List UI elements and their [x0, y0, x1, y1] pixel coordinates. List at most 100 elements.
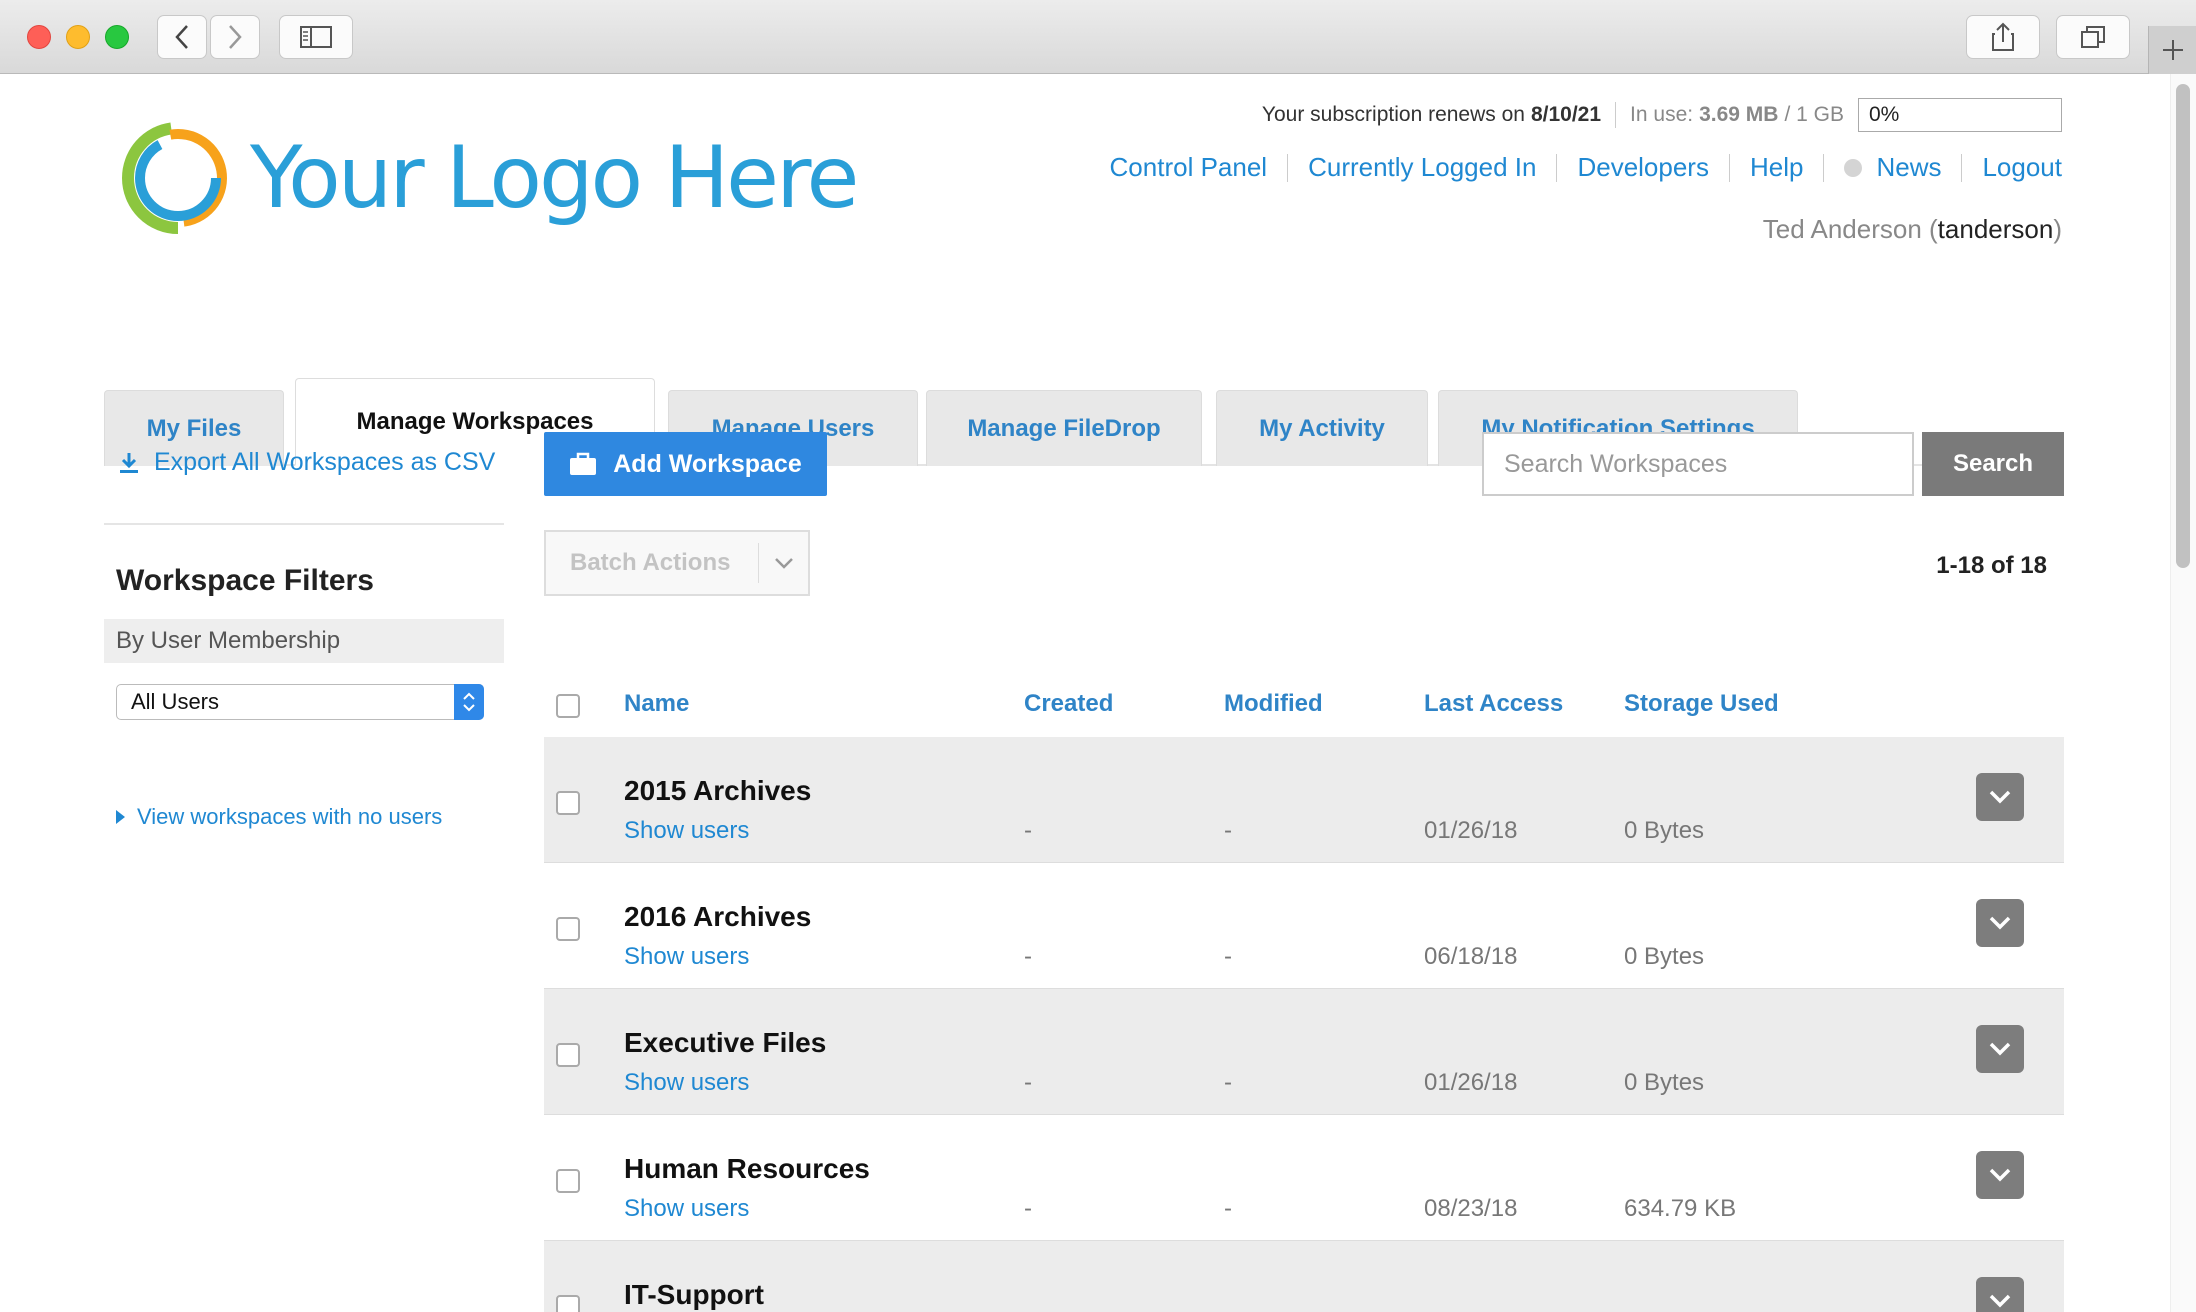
developers-link[interactable]: Developers: [1577, 152, 1709, 183]
workspace-name[interactable]: 2015 Archives: [624, 775, 811, 807]
current-user: Ted Anderson (tanderson): [1762, 214, 2062, 244]
modified-value: -: [1224, 1069, 1232, 1096]
row-checkbox[interactable]: [556, 1043, 580, 1067]
export-csv-link[interactable]: Export All Workspaces as CSV: [118, 448, 495, 477]
created-value: -: [1024, 817, 1032, 844]
scrollbar-thumb[interactable]: [2176, 84, 2190, 568]
workspace-name[interactable]: Human Resources: [624, 1153, 870, 1185]
show-users-link[interactable]: Show users: [624, 1195, 749, 1223]
user-username: tanderson: [1937, 214, 2054, 244]
divider: [1287, 153, 1289, 182]
workspace-name[interactable]: Executive Files: [624, 1027, 826, 1059]
tabs-icon: [2081, 26, 2105, 48]
usage-meter: 0%: [1858, 98, 2062, 132]
divider: [1615, 102, 1617, 128]
chevron-right-icon: [229, 25, 242, 49]
select-all-checkbox[interactable]: [556, 694, 580, 718]
new-tab-button[interactable]: [2148, 26, 2196, 74]
table-row: 2015 Archives Show users - - 01/26/18 0 Bytes: [544, 737, 2064, 863]
share-icon: [1992, 22, 2014, 51]
last-access-value: 01/26/18: [1424, 1069, 1518, 1096]
row-actions-button[interactable]: [1976, 899, 2024, 947]
news-link[interactable]: News: [1876, 152, 1941, 183]
sidebar-toggle-button[interactable]: [279, 15, 353, 59]
chevron-down-icon: [1989, 790, 2011, 804]
table-row: IT-SupportShow users--07/24/130 Bytes: [544, 1241, 2064, 1312]
chevron-down-icon: [759, 557, 808, 569]
workspace-name[interactable]: 2016 Archives: [624, 901, 811, 933]
workspace-name[interactable]: IT-Support: [624, 1279, 764, 1311]
back-button[interactable]: [157, 15, 207, 59]
row-checkbox[interactable]: [556, 791, 580, 815]
inuse-label: In use:: [1630, 103, 1694, 126]
created-value: -: [1024, 1069, 1032, 1096]
user-fullname: Ted Anderson: [1762, 214, 1922, 244]
control-panel-link[interactable]: Control Panel: [1110, 152, 1268, 183]
chevron-down-icon: [1989, 1042, 2011, 1056]
web-page: Your Logo Here Your subscription renews …: [0, 74, 2196, 1312]
row-actions-button[interactable]: [1976, 1277, 2024, 1312]
column-last-access[interactable]: Last Access: [1424, 690, 1563, 718]
sidebar-icon: [300, 26, 332, 48]
tabs-overview-button[interactable]: [2056, 15, 2130, 59]
user-membership-select[interactable]: All Users: [116, 684, 484, 720]
subscription-date: 8/10/21: [1530, 103, 1602, 126]
row-actions-button[interactable]: [1976, 773, 2024, 821]
modified-value: -: [1224, 943, 1232, 970]
chevron-down-icon: [1989, 1294, 2011, 1308]
no-users-link[interactable]: View workspaces with no users: [116, 804, 442, 830]
plus-icon: [2162, 40, 2183, 60]
tab-manage-filedrop[interactable]: Manage FileDrop: [926, 390, 1202, 466]
table-row: 2016 Archives Show users - - 06/18/18 0 Bytes: [544, 863, 2064, 989]
created-value: -: [1024, 1195, 1032, 1222]
batch-actions-dropdown[interactable]: Batch Actions: [544, 530, 810, 596]
usage-percent: 0%: [1869, 103, 1900, 126]
modified-value: -: [1224, 1195, 1232, 1222]
tab-my-activity[interactable]: My Activity: [1216, 390, 1428, 466]
close-window-button[interactable]: [27, 25, 51, 49]
row-checkbox[interactable]: [556, 1295, 580, 1312]
last-access-value: 06/18/18: [1424, 943, 1518, 970]
help-link[interactable]: Help: [1750, 152, 1803, 183]
show-users-link[interactable]: Show users: [624, 817, 749, 845]
workspace-filters-title: Workspace Filters: [116, 564, 374, 597]
logout-link[interactable]: Logout: [1982, 152, 2062, 183]
company-logo[interactable]: Your Logo Here: [114, 114, 859, 242]
storage-value: 634.79 KB: [1624, 1195, 1737, 1222]
row-checkbox[interactable]: [556, 1169, 580, 1193]
column-modified[interactable]: Modified: [1224, 690, 1323, 718]
last-access-value: 08/23/18: [1424, 1195, 1518, 1222]
inuse-value: 3.69 MB: [1699, 103, 1779, 126]
zoom-window-button[interactable]: [105, 25, 129, 49]
select-arrows-icon: [454, 684, 484, 720]
batch-actions-label: Batch Actions: [570, 549, 731, 576]
no-users-label: View workspaces with no users: [137, 804, 443, 829]
logo-text: Your Logo Here: [250, 128, 859, 228]
currently-logged-in-link[interactable]: Currently Logged In: [1308, 152, 1536, 183]
results-count: 1-18 of 18: [1936, 552, 2047, 579]
search-button[interactable]: Search: [1922, 432, 2064, 496]
storage-value: 0 Bytes: [1624, 1069, 1705, 1096]
table-row: Executive Files Show users - - 01/26/18 0 Byt…: [544, 989, 2064, 1115]
show-users-link[interactable]: Show users: [624, 943, 749, 971]
triangle-right-icon: [116, 810, 125, 824]
minimize-window-button[interactable]: [66, 25, 90, 49]
row-actions-button[interactable]: [1976, 1025, 2024, 1073]
forward-button[interactable]: [210, 15, 260, 59]
row-checkbox[interactable]: [556, 917, 580, 941]
divider: [1961, 153, 1963, 182]
column-name[interactable]: Name: [624, 690, 689, 718]
show-users-link[interactable]: Show users: [624, 1069, 749, 1097]
chevron-down-icon: [1989, 1168, 2011, 1182]
add-workspace-button[interactable]: Add Workspace: [544, 432, 827, 496]
subscription-info: Your subscription renews on 8/10/21 In u…: [1262, 98, 2062, 132]
search-workspaces-input[interactable]: [1482, 432, 1914, 496]
divider: [1728, 153, 1730, 182]
column-storage-used[interactable]: Storage Used: [1624, 690, 1779, 718]
briefcase-icon: [570, 452, 597, 475]
share-button[interactable]: [1966, 15, 2040, 59]
storage-value: 0 Bytes: [1624, 943, 1705, 970]
row-actions-button[interactable]: [1976, 1151, 2024, 1199]
column-created[interactable]: Created: [1024, 690, 1113, 718]
select-value: All Users: [131, 689, 220, 714]
